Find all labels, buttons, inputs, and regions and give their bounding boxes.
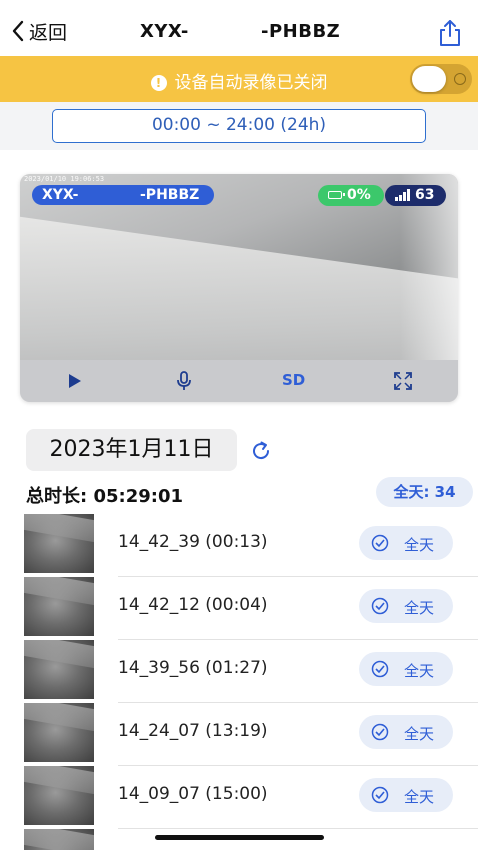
top-nav-bar: 返回 XYX- -PHBBZ [0, 0, 478, 56]
recording-label: 14_24_07 (13:19) [118, 721, 268, 741]
battery-icon [328, 191, 345, 199]
recording-type-badge[interactable]: 全天 [359, 778, 453, 812]
recording-type-badge[interactable]: 全天 [359, 715, 453, 749]
player-controls: SD [20, 360, 458, 402]
feed-wall [20, 214, 458, 360]
recording-label: 14_39_56 (01:27) [118, 658, 268, 678]
banner-message: ! 设备自动录像已关闭 [0, 68, 478, 93]
recording-row[interactable]: 14_39_56 (01:27) 全天 [0, 640, 478, 703]
auto-record-toggle[interactable] [410, 64, 472, 94]
badge-label: 全天 [404, 788, 435, 806]
device-name-badge: XYX- -PHBBZ [32, 185, 214, 205]
recording-row[interactable]: 14_42_12 (00:04) 全天 [0, 577, 478, 640]
check-circle-icon [371, 723, 389, 741]
recording-thumbnail [24, 577, 94, 636]
recording-type-badge[interactable]: 全天 [359, 526, 453, 560]
recording-row[interactable]: 14_24_07 (13:19) 全天 [0, 703, 478, 766]
device-name-suffix: -PHBBZ [140, 187, 200, 203]
page-title-suffix: -PHBBZ [261, 21, 341, 42]
fullscreen-icon[interactable] [393, 370, 413, 392]
recording-thumbnail [24, 703, 94, 762]
toggle-knob [412, 66, 446, 92]
video-timestamp: 2023/01/10 19:06:53 [24, 175, 105, 183]
banner-text: 设备自动录像已关闭 [174, 73, 328, 93]
device-name-prefix: XYX- [42, 187, 79, 203]
auto-record-banner: ! 设备自动录像已关闭 [0, 56, 478, 102]
chevron-left-icon [12, 20, 24, 42]
recording-row[interactable]: 14_09_07 (15:00) 全天 [0, 766, 478, 829]
time-range-selector[interactable]: 00:00 ~ 24:00 (24h) [52, 109, 426, 143]
recording-thumbnail [24, 829, 94, 850]
toggle-off-indicator-icon [454, 73, 466, 85]
badge-label: 全天 [404, 725, 435, 743]
recording-thumbnail [24, 640, 94, 699]
check-circle-icon [371, 597, 389, 615]
recording-label: 14_09_07 (15:00) [118, 784, 268, 804]
microphone-icon[interactable] [175, 370, 193, 392]
quality-sd-button[interactable]: SD [282, 371, 305, 393]
check-circle-icon [371, 660, 389, 678]
recording-label: 14_42_39 (00:13) [118, 532, 268, 552]
badge-label: 全天 [404, 536, 435, 554]
home-indicator [155, 835, 324, 840]
video-feed[interactable]: 2023/01/10 19:06:53 XYX- -PHBBZ 0% 63 [20, 174, 458, 360]
page-title-prefix: XYX- [140, 21, 189, 42]
check-circle-icon [371, 534, 389, 552]
back-button[interactable]: 返回 [10, 16, 67, 46]
back-label: 返回 [29, 21, 68, 44]
badge-label: 全天 [404, 599, 435, 617]
refresh-icon[interactable] [249, 439, 273, 463]
play-icon[interactable] [66, 370, 84, 392]
signal-bars-icon [395, 189, 410, 201]
recording-row[interactable]: 14_42_39 (00:13) 全天 [0, 514, 478, 577]
video-player[interactable]: 2023/01/10 19:06:53 XYX- -PHBBZ 0% 63 SD [20, 174, 458, 402]
recording-thumbnail [24, 514, 94, 573]
recording-thumbnail [24, 766, 94, 825]
badge-label: 全天 [404, 662, 435, 680]
total-duration: 总时长: 05:29:01 [26, 486, 184, 507]
allday-filter-button[interactable]: 全天: 34 [376, 477, 473, 507]
date-picker[interactable]: 2023年1月11日 [26, 429, 237, 471]
battery-level: 0% [347, 187, 371, 203]
check-circle-icon [371, 786, 389, 804]
recording-label: 14_42_12 (00:04) [118, 595, 268, 615]
signal-strength: 63 [415, 187, 435, 203]
recording-type-badge[interactable]: 全天 [359, 589, 453, 623]
battery-badge: 0% [318, 185, 384, 206]
share-icon[interactable] [436, 18, 464, 48]
info-icon: ! [150, 75, 167, 91]
time-range-area: 00:00 ~ 24:00 (24h) [0, 102, 478, 150]
signal-badge: 63 [385, 185, 446, 206]
recording-type-badge[interactable]: 全天 [359, 652, 453, 686]
